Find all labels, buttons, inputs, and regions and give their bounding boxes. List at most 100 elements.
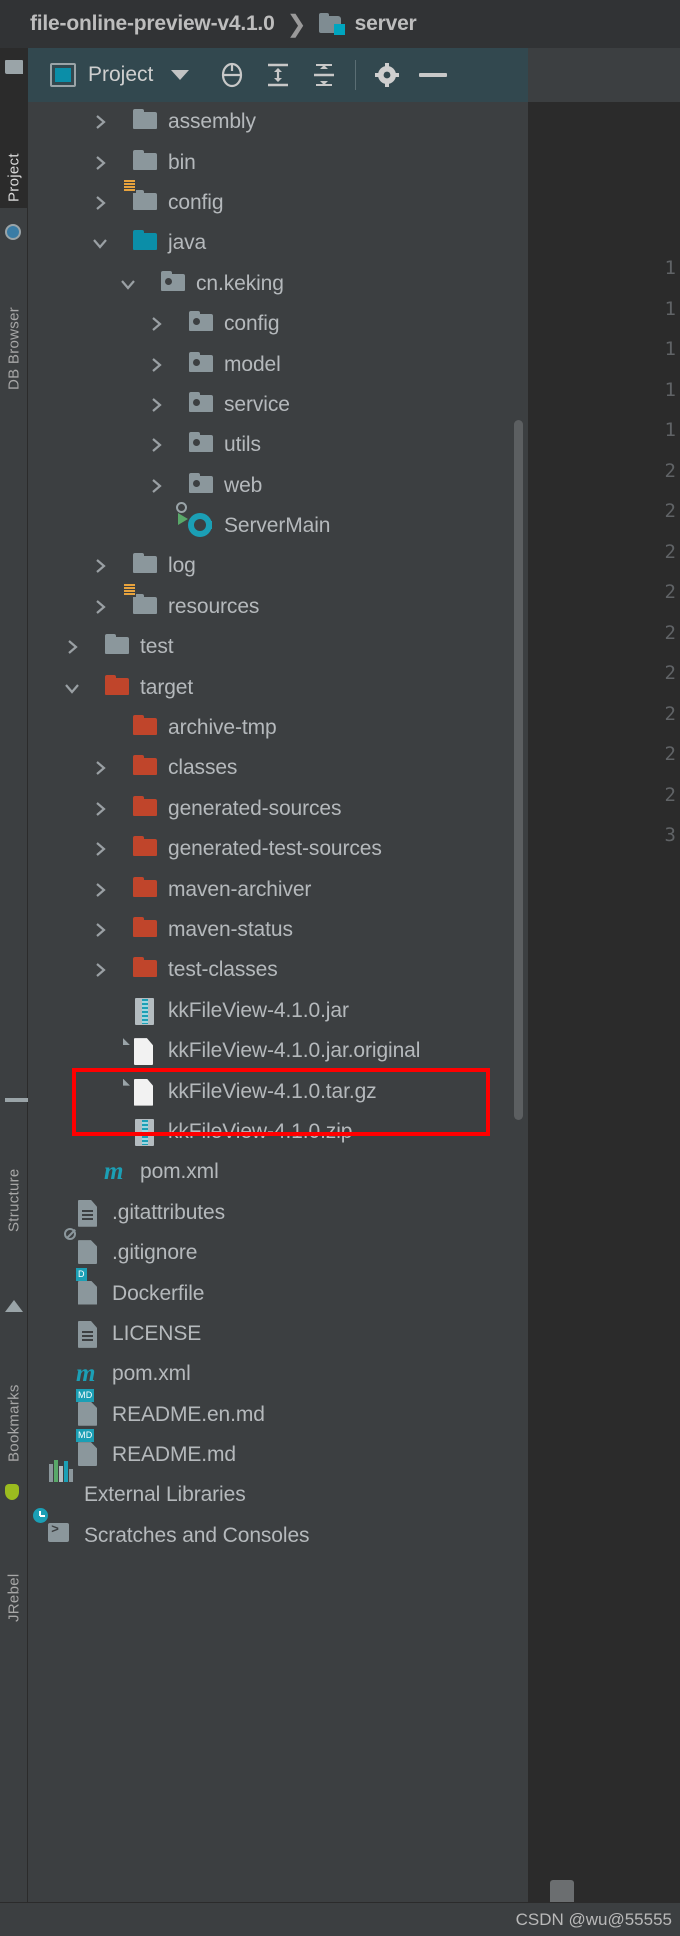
chevron-right-icon[interactable] bbox=[90, 193, 110, 213]
java-class-runnable-icon bbox=[176, 502, 216, 539]
breadcrumb-separator: ❯ bbox=[286, 10, 307, 38]
line-number: 1 bbox=[664, 419, 676, 441]
tree-row[interactable]: m pom.xml bbox=[28, 1354, 528, 1394]
chevron-right-icon[interactable] bbox=[90, 839, 110, 859]
tree-row[interactable]: target bbox=[28, 667, 528, 707]
tree-row[interactable]: Scratches and Consoles bbox=[28, 1507, 528, 1556]
package-icon bbox=[188, 472, 216, 499]
chevron-down-icon[interactable] bbox=[62, 678, 82, 698]
tree-row[interactable]: generated-test-sources bbox=[28, 829, 528, 869]
tree-row[interactable]: test-classes bbox=[28, 950, 528, 990]
sidebar-item-project[interactable]: Project bbox=[0, 48, 28, 208]
tree-row[interactable]: java bbox=[28, 223, 528, 263]
tree-row-label: kkFileView-4.1.0.jar bbox=[168, 998, 349, 1022]
sidebar-item-label: DB Browser bbox=[5, 306, 23, 390]
editor-tab-strip bbox=[528, 48, 680, 102]
tool-window-stripe: Project DB Browser Structure Bookmarks J… bbox=[0, 48, 31, 1936]
crosshair-icon[interactable] bbox=[209, 50, 255, 100]
chevron-right-icon[interactable] bbox=[90, 920, 110, 940]
folder-red-excluded-icon bbox=[132, 755, 160, 781]
sidebar-item-label: Bookmarks bbox=[5, 1384, 23, 1462]
tree-row[interactable]: MD README.en.md bbox=[28, 1388, 528, 1435]
chevron-right-icon[interactable] bbox=[90, 758, 110, 778]
tree-row[interactable]: web bbox=[28, 466, 528, 506]
tree-row[interactable]: bin bbox=[28, 142, 528, 182]
tree-row-label: model bbox=[224, 352, 281, 376]
tree-row[interactable]: m pom.xml bbox=[28, 1152, 528, 1192]
gear-icon[interactable] bbox=[364, 50, 410, 100]
breadcrumb-project[interactable]: file-online-preview-v4.1.0 bbox=[30, 12, 275, 36]
sidebar-item-db-browser[interactable]: DB Browser bbox=[0, 216, 28, 396]
chevron-right-icon[interactable] bbox=[146, 435, 166, 455]
tree-row-label: target bbox=[140, 675, 194, 699]
chevron-right-icon[interactable] bbox=[90, 960, 110, 980]
tree-row[interactable]: kkFileView-4.1.0.tar.gz bbox=[28, 1071, 528, 1111]
tree-row[interactable]: ServerMain bbox=[28, 502, 528, 546]
tree-row-label: utils bbox=[224, 433, 261, 457]
chevron-right-icon[interactable] bbox=[90, 597, 110, 617]
tree-row[interactable]: test bbox=[28, 627, 528, 667]
chevron-right-icon[interactable] bbox=[90, 556, 110, 576]
chevron-right-icon[interactable] bbox=[90, 799, 110, 819]
tree-row[interactable]: maven-status bbox=[28, 910, 528, 950]
tree-row[interactable]: kkFileView-4.1.0.jar bbox=[28, 991, 528, 1031]
chevron-right-icon[interactable] bbox=[90, 880, 110, 900]
tree-row[interactable]: .gitignore bbox=[28, 1228, 528, 1273]
tree-row[interactable]: config bbox=[28, 178, 528, 223]
collapse-all-icon[interactable] bbox=[301, 50, 347, 100]
tree-row[interactable]: cn.keking bbox=[28, 264, 528, 304]
chevron-right-icon[interactable] bbox=[90, 112, 110, 132]
chevron-down-icon[interactable] bbox=[171, 70, 190, 80]
line-number: 1 bbox=[664, 378, 676, 401]
maven-icon: m bbox=[104, 1158, 124, 1186]
folder-gray-icon bbox=[104, 634, 132, 660]
chevron-right-icon[interactable] bbox=[146, 314, 166, 334]
doc-icon bbox=[76, 1199, 104, 1227]
tree-row[interactable]: archive-tmp bbox=[28, 708, 528, 748]
tree-row[interactable]: kkFileView-4.1.0.zip bbox=[28, 1112, 528, 1152]
chevron-right-icon[interactable] bbox=[146, 395, 166, 415]
line-number: 1 bbox=[664, 297, 676, 320]
breadcrumb-module[interactable]: server bbox=[355, 12, 417, 36]
tree-row[interactable]: MD README.md bbox=[28, 1429, 528, 1475]
chevron-down-icon[interactable] bbox=[90, 233, 110, 253]
minus-icon[interactable] bbox=[410, 50, 456, 100]
folder-teal-sources-icon bbox=[132, 230, 160, 256]
project-tree[interactable]: assembly bin config java cn.keking config mode… bbox=[28, 102, 528, 1902]
folder-red-excluded-icon bbox=[132, 917, 160, 943]
chevron-down-icon[interactable] bbox=[118, 274, 138, 294]
tree-scrollbar[interactable] bbox=[514, 420, 523, 1120]
sidebar-item-bookmarks[interactable]: Bookmarks bbox=[0, 1288, 28, 1468]
tree-row[interactable]: generated-sources bbox=[28, 789, 528, 829]
tree-row[interactable]: utils bbox=[28, 425, 528, 465]
tree-row[interactable]: model bbox=[28, 344, 528, 384]
project-icon bbox=[50, 63, 76, 87]
chevron-right-icon[interactable] bbox=[146, 476, 166, 496]
tree-row[interactable]: kkFileView-4.1.0.jar.original bbox=[28, 1031, 528, 1071]
sidebar-item-structure[interactable]: Structure bbox=[0, 1078, 31, 1238]
sidebar-item-jrebel[interactable]: JRebel bbox=[0, 1478, 28, 1628]
jrebel-rocket-icon bbox=[5, 1482, 23, 1500]
tree-row[interactable]: service bbox=[28, 385, 528, 425]
tree-row[interactable]: maven-archiver bbox=[28, 869, 528, 909]
chevron-right-icon[interactable] bbox=[146, 355, 166, 375]
tree-row[interactable]: classes bbox=[28, 748, 528, 788]
tree-row-label: README.md bbox=[112, 1443, 236, 1467]
chevron-right-icon[interactable] bbox=[62, 637, 82, 657]
tree-row[interactable]: D Dockerfile bbox=[28, 1267, 528, 1313]
tree-row-label: .gitattributes bbox=[112, 1200, 225, 1224]
tree-row-label: kkFileView-4.1.0.tar.gz bbox=[168, 1079, 377, 1103]
tree-row[interactable]: External Libraries bbox=[28, 1460, 528, 1515]
tree-row[interactable]: log bbox=[28, 546, 528, 586]
folder-red-excluded-icon bbox=[132, 876, 160, 903]
structure-icon bbox=[5, 1084, 31, 1102]
tree-row[interactable]: config bbox=[28, 304, 528, 344]
project-tab[interactable]: Project bbox=[50, 63, 153, 87]
expand-all-icon[interactable] bbox=[255, 50, 301, 100]
line-number: 2 bbox=[664, 621, 676, 644]
chevron-right-icon[interactable] bbox=[90, 153, 110, 173]
tree-row[interactable]: assembly bbox=[28, 102, 528, 142]
tree-row[interactable]: LICENSE bbox=[28, 1314, 528, 1354]
tree-row[interactable]: resources bbox=[28, 582, 528, 627]
tree-row[interactable]: .gitattributes bbox=[28, 1193, 528, 1233]
